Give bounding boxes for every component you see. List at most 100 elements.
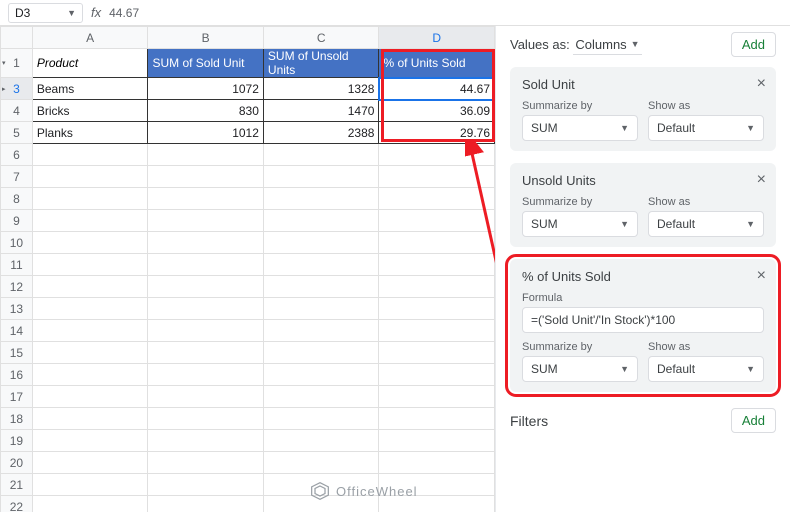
cell-reference-box[interactable]: D3 ▼ [8,3,83,23]
empty-cell[interactable] [379,298,495,320]
empty-cell[interactable] [379,210,495,232]
empty-cell[interactable] [379,166,495,188]
empty-cell[interactable] [148,166,263,188]
empty-cell[interactable] [379,430,495,452]
empty-cell[interactable] [379,320,495,342]
empty-cell[interactable] [32,474,148,496]
empty-cell[interactable] [32,254,148,276]
empty-cell[interactable] [148,430,263,452]
empty-cell[interactable] [32,386,148,408]
empty-cell[interactable] [32,276,148,298]
table-cell[interactable]: 1328 [263,78,379,100]
table-cell[interactable]: 830 [148,100,263,122]
col-header-a[interactable]: A [32,27,148,49]
empty-cell[interactable] [263,386,379,408]
row-header[interactable]: 18 [1,408,33,430]
row-header[interactable]: 10 [1,232,33,254]
empty-cell[interactable] [263,408,379,430]
empty-cell[interactable] [263,364,379,386]
row-header[interactable]: 20 [1,452,33,474]
table-cell[interactable]: 29.76 [379,122,495,144]
empty-cell[interactable] [32,166,148,188]
empty-cell[interactable] [32,408,148,430]
show-as-dropdown[interactable]: Default▼ [648,356,764,382]
empty-cell[interactable] [263,276,379,298]
empty-cell[interactable] [379,188,495,210]
pivot-header-product[interactable]: Product [32,49,148,78]
table-cell[interactable]: Bricks [32,100,148,122]
row-header[interactable]: 11 [1,254,33,276]
empty-cell[interactable] [379,254,495,276]
formula-input[interactable]: =('Sold Unit'/'In Stock')*100 [522,307,764,333]
formula-bar-value[interactable]: 44.67 [109,6,139,20]
empty-cell[interactable] [148,386,263,408]
empty-cell[interactable] [148,408,263,430]
empty-cell[interactable] [263,166,379,188]
empty-cell[interactable] [148,298,263,320]
empty-cell[interactable] [32,232,148,254]
row-header[interactable]: 13 [1,298,33,320]
row-header[interactable]: 17 [1,386,33,408]
empty-cell[interactable] [263,254,379,276]
values-as-dropdown[interactable]: Columns ▼ [573,35,641,55]
summarize-dropdown[interactable]: SUM▼ [522,115,638,141]
row-header[interactable]: 5 [1,122,33,144]
empty-cell[interactable] [148,188,263,210]
col-header-b[interactable]: B [148,27,263,49]
summarize-dropdown[interactable]: SUM▼ [522,211,638,237]
table-cell[interactable]: 36.09 [379,100,495,122]
empty-cell[interactable] [148,254,263,276]
empty-cell[interactable] [32,496,148,512]
empty-cell[interactable] [148,276,263,298]
row-header[interactable]: 8 [1,188,33,210]
empty-cell[interactable] [379,232,495,254]
table-cell[interactable]: 1012 [148,122,263,144]
empty-cell[interactable] [263,144,379,166]
empty-cell[interactable] [32,430,148,452]
row-header[interactable]: 15 [1,342,33,364]
empty-cell[interactable] [148,452,263,474]
empty-cell[interactable] [32,364,148,386]
empty-cell[interactable] [379,408,495,430]
empty-cell[interactable] [263,298,379,320]
empty-cell[interactable] [263,430,379,452]
empty-cell[interactable] [379,342,495,364]
empty-cell[interactable] [379,276,495,298]
row-header[interactable]: 7 [1,166,33,188]
table-cell[interactable]: 1072 [148,78,263,100]
empty-cell[interactable] [379,144,495,166]
empty-cell[interactable] [379,364,495,386]
row-header[interactable]: 9 [1,210,33,232]
table-cell[interactable]: Beams [32,78,148,100]
empty-cell[interactable] [32,320,148,342]
empty-cell[interactable] [263,232,379,254]
row-header[interactable]: ▾1 [1,49,33,78]
row-header[interactable]: 6 [1,144,33,166]
empty-cell[interactable] [148,474,263,496]
table-cell[interactable]: 2388 [263,122,379,144]
show-as-dropdown[interactable]: Default▼ [648,211,764,237]
add-filter-button[interactable]: Add [731,408,776,433]
empty-cell[interactable] [32,144,148,166]
add-values-button[interactable]: Add [731,32,776,57]
empty-cell[interactable] [148,364,263,386]
row-header[interactable]: 19 [1,430,33,452]
col-header-c[interactable]: C [263,27,379,49]
empty-cell[interactable] [148,232,263,254]
empty-cell[interactable] [263,320,379,342]
row-header[interactable]: 22 [1,496,33,512]
empty-cell[interactable] [148,342,263,364]
empty-cell[interactable] [148,496,263,512]
row-header[interactable]: 16 [1,364,33,386]
empty-cell[interactable] [263,452,379,474]
close-icon[interactable]: × [757,267,766,285]
row-header[interactable]: 4 [1,100,33,122]
close-icon[interactable]: × [757,171,766,189]
summarize-dropdown[interactable]: SUM▼ [522,356,638,382]
empty-cell[interactable] [32,298,148,320]
table-cell[interactable]: 1470 [263,100,379,122]
show-as-dropdown[interactable]: Default▼ [648,115,764,141]
empty-cell[interactable] [32,188,148,210]
select-all-corner[interactable] [1,27,33,49]
empty-cell[interactable] [148,210,263,232]
